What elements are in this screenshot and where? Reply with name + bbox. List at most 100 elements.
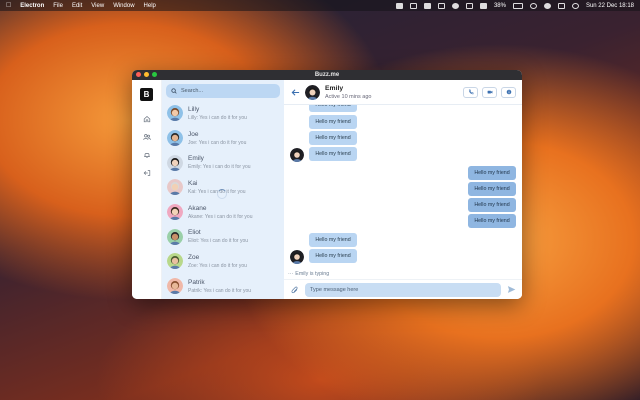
contact-name: Kai bbox=[188, 179, 198, 187]
menu-help[interactable]: Help bbox=[144, 3, 156, 9]
typing-dots-icon: ··· bbox=[288, 271, 294, 277]
status-app-icon[interactable] bbox=[451, 2, 459, 9]
typing-indicator: ··· Emily is typing bbox=[288, 271, 329, 277]
contact-name: Akane bbox=[188, 204, 207, 212]
battery-percent: 38% bbox=[493, 2, 506, 9]
menubar:  Electron File Edit View Window Help 38… bbox=[0, 0, 640, 11]
search-box[interactable] bbox=[166, 84, 280, 98]
send-icon[interactable] bbox=[506, 285, 516, 295]
contact-item[interactable]: Akane Akane: Yes i can do it for you bbox=[166, 200, 280, 225]
bell-icon[interactable] bbox=[142, 150, 151, 159]
users-icon[interactable] bbox=[142, 132, 151, 141]
voice-call-button[interactable] bbox=[463, 86, 478, 98]
nav-rail: B bbox=[132, 80, 162, 299]
app-logo[interactable]: B bbox=[140, 88, 153, 101]
status-app-icon[interactable] bbox=[479, 2, 487, 9]
loading-spinner-icon bbox=[217, 189, 227, 199]
status-app-icon[interactable] bbox=[423, 2, 431, 9]
status-app-icon[interactable] bbox=[395, 2, 403, 9]
outgoing-message[interactable]: Hello my friend bbox=[468, 214, 516, 228]
contact-last-message: Zoe: Yes i can do it for you bbox=[188, 262, 247, 269]
menu-file[interactable]: File bbox=[53, 3, 63, 9]
back-arrow-icon[interactable] bbox=[290, 87, 300, 97]
chat-header: Emily Active 10 mins ago bbox=[284, 80, 522, 105]
control-center-icon[interactable] bbox=[557, 2, 565, 9]
search-icon bbox=[171, 88, 177, 94]
typing-text: Emily is typing bbox=[295, 271, 330, 277]
menubar-clock[interactable]: Sun 22 Dec 18:18 bbox=[586, 3, 634, 9]
avatar bbox=[167, 105, 183, 122]
home-icon[interactable] bbox=[142, 114, 151, 123]
chat-contact-status: Active 10 mins ago bbox=[325, 93, 372, 100]
contact-item[interactable]: Emily Emily: Yes i can do it for you bbox=[166, 150, 280, 175]
incoming-message[interactable]: Hello my friend bbox=[309, 249, 357, 263]
message-composer bbox=[284, 279, 522, 299]
app-window: Buzz.me B LillyLilly: Yes i ca bbox=[132, 70, 522, 299]
avatar bbox=[167, 154, 183, 171]
avatar bbox=[167, 228, 183, 245]
avatar bbox=[290, 250, 304, 264]
contact-last-message: Patrik: Yes i can do it for you bbox=[188, 287, 252, 294]
contact-list: Lilly Lilly: Yes i can do it for you Joe Jo… bbox=[166, 101, 280, 299]
status-app-icon[interactable] bbox=[409, 2, 417, 9]
message-list: Hello my friend Hello my friend Hello my… bbox=[284, 105, 522, 279]
contact-name: Patrik bbox=[188, 278, 205, 286]
battery-icon[interactable] bbox=[512, 2, 523, 9]
title-bar[interactable]: Buzz.me bbox=[132, 70, 522, 80]
menu-view[interactable]: View bbox=[91, 3, 104, 9]
apple-icon[interactable]:  bbox=[6, 2, 11, 9]
contact-name: Joe bbox=[188, 130, 199, 138]
contact-name: Eliot bbox=[188, 229, 201, 237]
info-icon bbox=[506, 89, 511, 95]
window-title: Buzz.me bbox=[314, 72, 340, 78]
wifi-icon[interactable] bbox=[529, 2, 537, 9]
message-input[interactable] bbox=[305, 282, 501, 297]
video-call-button[interactable] bbox=[482, 86, 497, 98]
contact-last-message: Lilly: Yes i can do it for you bbox=[188, 114, 247, 121]
contact-last-message: Akane: Yes i can do it for you bbox=[188, 213, 253, 220]
avatar bbox=[167, 204, 183, 221]
contact-last-message: Eliot: Yes i can do it for you bbox=[188, 238, 249, 245]
outgoing-message[interactable]: Hello my friend bbox=[468, 182, 516, 196]
incoming-message[interactable]: Hello my friend bbox=[309, 115, 357, 129]
contacts-panel: LillyLilly: Yes i can do it for youJoeJo… bbox=[162, 80, 284, 299]
avatar bbox=[167, 253, 183, 270]
phone-icon bbox=[468, 89, 473, 95]
avatar bbox=[290, 148, 304, 162]
search-icon[interactable] bbox=[543, 2, 551, 9]
info-button[interactable] bbox=[501, 86, 516, 98]
siri-icon[interactable] bbox=[571, 2, 579, 9]
contact-item[interactable]: Patrik Patrik: Yes i can do it for you bbox=[166, 274, 280, 299]
incoming-message[interactable]: Hello my friend bbox=[309, 233, 357, 247]
incoming-message[interactable]: Hello my friend bbox=[309, 147, 357, 161]
contact-item[interactable]: Joe Joe: Yes i can do it for you bbox=[166, 126, 280, 151]
contact-name: Lilly bbox=[188, 105, 200, 113]
incoming-message[interactable]: Hello my friend bbox=[309, 105, 357, 112]
chat-contact-name: Emily bbox=[325, 84, 344, 92]
contact-item[interactable]: Eliot Eliot: Yes i can do it for you bbox=[166, 224, 280, 249]
menu-app-name[interactable]: Electron bbox=[20, 3, 44, 9]
avatar bbox=[167, 179, 183, 196]
status-app-icon[interactable] bbox=[437, 2, 445, 9]
contact-item[interactable]: Zoe Zoe: Yes i can do it for you bbox=[166, 249, 280, 274]
contact-last-message: Joe: Yes i can do it for you bbox=[188, 139, 247, 146]
outgoing-message[interactable]: Hello my friend bbox=[468, 198, 516, 212]
status-app-icon[interactable] bbox=[465, 2, 473, 9]
avatar bbox=[167, 278, 183, 295]
search-input[interactable] bbox=[181, 88, 271, 94]
avatar[interactable] bbox=[305, 84, 320, 100]
menu-window[interactable]: Window bbox=[113, 3, 134, 9]
close-window-button[interactable] bbox=[136, 72, 141, 77]
contact-name: Zoe bbox=[188, 253, 200, 261]
contact-last-message: Emily: Yes i can do it for you bbox=[188, 164, 251, 171]
logout-icon[interactable] bbox=[142, 168, 151, 177]
contact-item[interactable]: Lilly Lilly: Yes i can do it for you bbox=[166, 101, 280, 126]
menu-edit[interactable]: Edit bbox=[72, 3, 82, 9]
outgoing-message[interactable]: Hello my friend bbox=[468, 166, 516, 180]
minimize-window-button[interactable] bbox=[144, 72, 149, 77]
incoming-message[interactable]: Hello my friend bbox=[309, 131, 357, 145]
video-icon bbox=[487, 90, 492, 94]
contact-name: Emily bbox=[188, 155, 204, 163]
zoom-window-button[interactable] bbox=[152, 72, 157, 77]
attachment-icon[interactable] bbox=[290, 285, 300, 295]
